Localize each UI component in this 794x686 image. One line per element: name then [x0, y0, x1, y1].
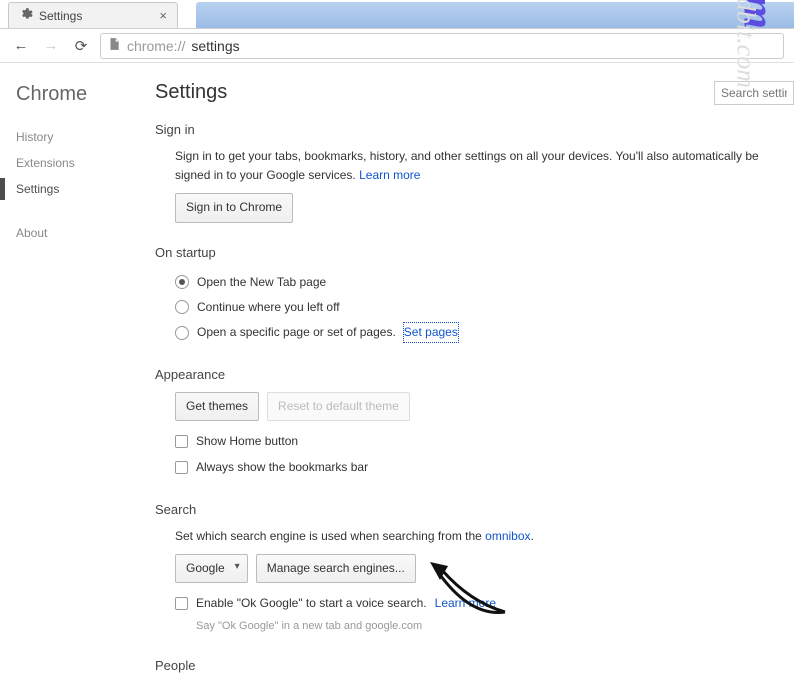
set-pages-link[interactable]: Set pages	[404, 323, 458, 342]
signin-learn-more-link[interactable]: Learn more	[359, 168, 420, 182]
tab-bar: Settings ×	[0, 0, 794, 29]
section-signin: Sign in Sign in to get your tabs, bookma…	[155, 122, 794, 223]
page-icon	[107, 37, 121, 54]
checkbox-icon	[175, 461, 188, 474]
section-people: People	[155, 658, 794, 673]
radio-icon	[175, 326, 189, 340]
manage-search-engines-button[interactable]: Manage search engines...	[256, 554, 416, 583]
sidebar-item-settings[interactable]: Settings	[16, 176, 155, 202]
checkbox-icon	[175, 597, 188, 610]
radio-icon	[175, 275, 189, 289]
startup-option-continue[interactable]: Continue where you left off	[175, 295, 794, 320]
search-settings-input[interactable]	[714, 81, 794, 105]
show-home-checkbox[interactable]: Show Home button	[175, 429, 794, 454]
section-title-appearance: Appearance	[155, 367, 794, 382]
section-title-signin: Sign in	[155, 122, 794, 137]
startup-option-newtab[interactable]: Open the New Tab page	[175, 270, 794, 295]
tab-strip-background	[196, 2, 794, 28]
ok-google-checkbox[interactable]: Enable "Ok Google" to start a voice sear…	[175, 591, 794, 616]
reset-theme-button: Reset to default theme	[267, 392, 410, 421]
startup-option-label: Open the New Tab page	[197, 273, 326, 292]
forward-button[interactable]: →	[40, 35, 62, 57]
section-appearance: Appearance Get themes Reset to default t…	[155, 367, 794, 480]
toolbar: ← → ⟳ chrome:// settings	[0, 29, 794, 63]
get-themes-button[interactable]: Get themes	[175, 392, 259, 421]
sidebar-item-extensions[interactable]: Extensions	[16, 150, 155, 176]
sidebar-item-about[interactable]: About	[16, 220, 155, 246]
sidebar: Chrome History Extensions Settings About	[0, 63, 155, 686]
radio-icon	[175, 300, 189, 314]
signin-button[interactable]: Sign in to Chrome	[175, 193, 293, 222]
startup-option-specific[interactable]: Open a specific page or set of pages. Se…	[175, 320, 794, 345]
url-path: settings	[191, 38, 239, 54]
sidebar-item-history[interactable]: History	[16, 124, 155, 150]
close-icon[interactable]: ×	[159, 8, 167, 23]
content-area: Chrome History Extensions Settings About…	[0, 63, 794, 686]
browser-tab[interactable]: Settings ×	[8, 2, 178, 28]
show-bookmarks-checkbox[interactable]: Always show the bookmarks bar	[175, 455, 794, 480]
back-button[interactable]: ←	[10, 35, 32, 57]
checkbox-label: Always show the bookmarks bar	[196, 458, 368, 477]
checkbox-icon	[175, 435, 188, 448]
startup-option-label: Open a specific page or set of pages.	[197, 323, 396, 342]
search-description: Set which search engine is used when sea…	[175, 529, 485, 543]
search-engine-dropdown[interactable]: Google	[175, 554, 248, 583]
gear-icon	[19, 7, 33, 24]
section-title-search: Search	[155, 502, 794, 517]
page-title: Settings	[155, 81, 794, 104]
startup-option-label: Continue where you left off	[197, 298, 340, 317]
section-title-startup: On startup	[155, 245, 794, 260]
address-bar[interactable]: chrome:// settings	[100, 33, 784, 59]
reload-button[interactable]: ⟳	[70, 35, 92, 57]
section-title-people: People	[155, 658, 794, 673]
checkbox-label: Enable "Ok Google" to start a voice sear…	[196, 594, 427, 613]
ok-google-learn-more-link[interactable]: Learn more	[435, 594, 496, 613]
omnibox-link[interactable]: omnibox	[485, 529, 530, 543]
checkbox-label: Show Home button	[196, 432, 298, 451]
ok-google-hint: Say "Ok Google" in a new tab and google.…	[175, 618, 794, 636]
url-scheme: chrome://	[127, 38, 185, 54]
tab-title: Settings	[39, 9, 82, 23]
main-panel: Settings Sign in Sign in to get your tab…	[155, 63, 794, 686]
sidebar-heading: Chrome	[16, 83, 155, 106]
signin-description: Sign in to get your tabs, bookmarks, his…	[175, 149, 759, 182]
section-startup: On startup Open the New Tab page Continu…	[155, 245, 794, 346]
section-search: Search Set which search engine is used w…	[155, 502, 794, 636]
